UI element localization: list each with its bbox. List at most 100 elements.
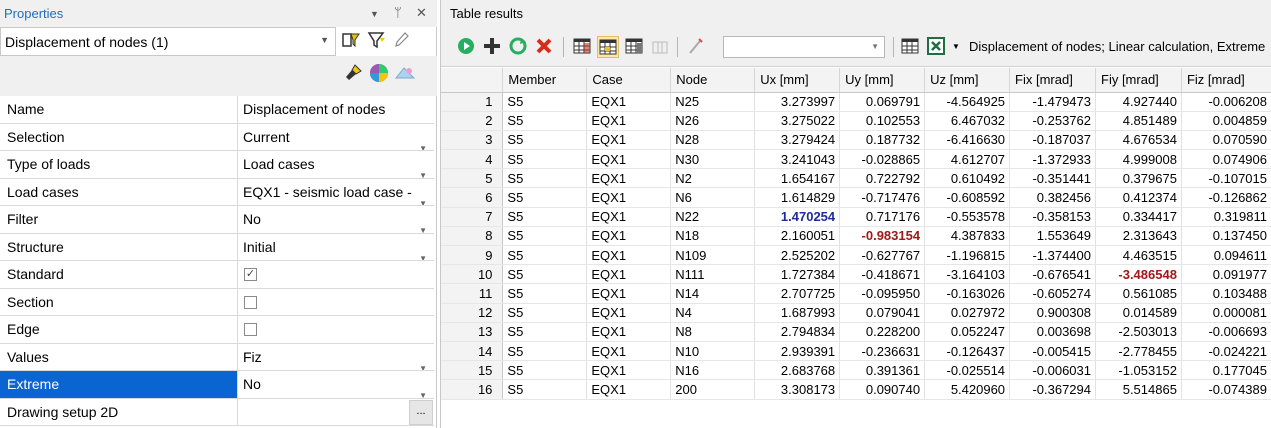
table-cell[interactable]: EQX1 (586, 341, 672, 362)
table-cell[interactable]: N109 (670, 245, 756, 266)
excel-export-icon[interactable] (925, 36, 947, 58)
table-cell[interactable]: -1.374400 (1009, 245, 1096, 266)
table-cell[interactable]: -0.074389 (1181, 379, 1271, 400)
pin-icon[interactable]: ᛘ (394, 5, 402, 20)
panel-menu-chevron-icon[interactable]: ▼ (370, 9, 379, 19)
table-cell[interactable]: -0.006208 (1181, 92, 1271, 112)
property-value[interactable]: Load cases ▼ (238, 151, 434, 178)
table-cell[interactable]: EQX1 (586, 360, 672, 381)
table-cell[interactable]: -0.983154 (839, 226, 926, 247)
property-value[interactable]: Fiz ▼ (238, 344, 434, 371)
row-number[interactable]: 5 (441, 168, 504, 189)
table-cell[interactable]: 0.319811 (1181, 207, 1271, 227)
table-cell[interactable]: -0.236631 (839, 341, 926, 362)
table-cell[interactable]: -6.416630 (924, 130, 1011, 151)
table-cell[interactable]: -0.006693 (1181, 322, 1271, 342)
selection-combo[interactable]: Displacement of nodes (1) ▼ (0, 27, 336, 56)
table-cell[interactable]: 5.420960 (924, 379, 1011, 400)
table-cell[interactable]: EQX1 (586, 245, 672, 266)
table-cell[interactable]: EQX1 (586, 207, 672, 227)
table-cell[interactable]: 2.794834 (754, 322, 841, 342)
table-cell[interactable]: 0.027972 (924, 303, 1011, 323)
table-cell[interactable]: EQX1 (586, 322, 672, 342)
table-cell[interactable]: 2.683768 (754, 360, 841, 381)
column-header[interactable]: Node (670, 68, 756, 93)
property-row[interactable]: Edge (0, 316, 434, 344)
row-number[interactable]: 2 (441, 111, 504, 131)
table-cell[interactable]: -0.126437 (924, 341, 1011, 362)
property-checkbox[interactable] (244, 323, 257, 336)
table-cell[interactable]: -0.608592 (924, 187, 1011, 208)
table-row[interactable]: 3 S5 EQX1 N28 3.279424 0.187732 -6.416630 -0.18… (441, 130, 1271, 151)
table-cell[interactable]: 0.561085 (1095, 283, 1182, 304)
table-row[interactable]: 9 S5 EQX1 N109 2.525202 -0.627767 -1.196815 -1.… (441, 245, 1271, 266)
table-cell[interactable]: 2.939391 (754, 341, 841, 362)
table-cell[interactable]: -1.196815 (924, 245, 1011, 266)
table-cell[interactable]: -0.095950 (839, 283, 926, 304)
chevron-down-icon[interactable]: ▼ (419, 382, 427, 398)
table-cell[interactable]: N25 (670, 92, 756, 112)
table-cell[interactable]: 0.187732 (839, 130, 926, 151)
chevron-down-icon[interactable]: ▼ (419, 135, 427, 151)
delete-icon[interactable] (533, 36, 555, 58)
table-cell[interactable]: S5 (502, 92, 588, 112)
row-number[interactable]: 6 (441, 187, 504, 208)
table-cell[interactable]: N16 (670, 360, 756, 381)
table-cell[interactable]: 2.525202 (754, 245, 841, 266)
row-number[interactable]: 7 (441, 207, 504, 227)
property-value[interactable]: No ▼ (238, 371, 434, 398)
table-cell[interactable]: -0.351441 (1009, 168, 1096, 189)
property-row[interactable]: Load cases EQX1 - seismic load case - ▼ (0, 178, 434, 206)
table-row[interactable]: 4 S5 EQX1 N30 3.241043 -0.028865 4.612707 -1.37… (441, 149, 1271, 170)
property-checkbox[interactable] (244, 295, 257, 309)
row-number[interactable]: 15 (441, 360, 504, 381)
table-cell[interactable]: S5 (502, 264, 588, 285)
row-number[interactable]: 13 (441, 322, 504, 342)
table-cell[interactable]: -0.024221 (1181, 341, 1271, 362)
table-cell[interactable]: N4 (670, 303, 756, 323)
table-cell[interactable]: -0.163026 (924, 283, 1011, 304)
table-cell[interactable]: -0.253762 (1009, 111, 1096, 131)
table-cell[interactable]: -0.028865 (839, 149, 926, 170)
property-value[interactable] (238, 316, 434, 343)
table-cell[interactable]: 2.707725 (754, 283, 841, 304)
table-cell[interactable]: -0.025514 (924, 360, 1011, 381)
table-cell[interactable]: -0.717476 (839, 187, 926, 208)
table-cell[interactable]: EQX1 (586, 283, 672, 304)
brush-icon[interactable] (343, 62, 365, 84)
table-cell[interactable]: N10 (670, 341, 756, 362)
close-icon[interactable]: ✕ (416, 5, 427, 21)
table-row[interactable]: 2 S5 EQX1 N26 3.275022 0.102553 6.467032 -0.253… (441, 111, 1271, 131)
property-row[interactable]: Name Displacement of nodes (0, 96, 434, 124)
table-cell[interactable]: 3.273997 (754, 92, 841, 112)
table-row[interactable]: 7 S5 EQX1 N22 1.470254 0.717176 -0.553578 -0.35… (441, 207, 1271, 227)
column-header[interactable]: Fiz [mrad] (1181, 68, 1271, 93)
table-cell[interactable]: N111 (670, 264, 756, 285)
table-cell[interactable]: 0.091977 (1181, 264, 1271, 285)
table-cell[interactable]: S5 (502, 149, 588, 170)
pencil-icon[interactable] (390, 30, 412, 52)
table-cell[interactable]: S5 (502, 360, 588, 381)
table-cell[interactable]: -0.553578 (924, 207, 1011, 227)
table-cell[interactable]: 0.177045 (1181, 360, 1271, 381)
table-cell[interactable]: EQX1 (586, 111, 672, 131)
table-cell[interactable]: EQX1 (586, 264, 672, 285)
table-cell[interactable]: N8 (670, 322, 756, 342)
table-cell[interactable]: 2.160051 (754, 226, 841, 247)
table-cell[interactable]: -0.605274 (1009, 283, 1096, 304)
table-cell[interactable]: 1.727384 (754, 264, 841, 285)
table-cell[interactable]: -1.053152 (1095, 360, 1182, 381)
row-number[interactable]: 11 (441, 283, 504, 304)
property-row[interactable]: Type of loads Load cases ▼ (0, 151, 434, 179)
table-row[interactable]: 16 S5 EQX1 200 3.308173 0.090740 5.420960 -0.36… (441, 379, 1271, 400)
property-row[interactable]: Standard ✓ (0, 261, 434, 289)
table-cell[interactable]: 0.900308 (1009, 303, 1096, 323)
table-cell[interactable]: EQX1 (586, 303, 672, 323)
row-number[interactable]: 3 (441, 130, 504, 151)
table-cell[interactable]: -2.503013 (1095, 322, 1182, 342)
table-cell[interactable]: -0.126862 (1181, 187, 1271, 208)
column-header[interactable]: Uz [mm] (924, 68, 1011, 93)
table-cell[interactable]: 0.052247 (924, 322, 1011, 342)
property-value[interactable]: ... (238, 399, 434, 426)
table-cell[interactable]: 1.614829 (754, 187, 841, 208)
